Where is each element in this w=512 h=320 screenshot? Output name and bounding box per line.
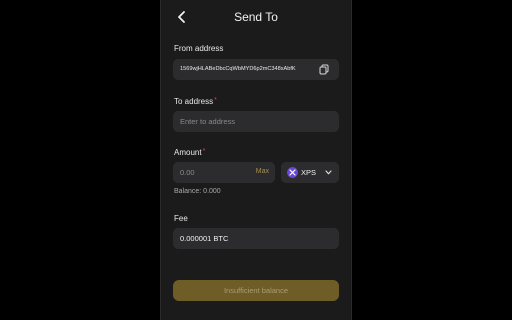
fee-field: 0.000001 BTC xyxy=(173,228,339,249)
to-address-input[interactable]: Enter to address xyxy=(173,111,339,132)
fee-value: 0.000001 BTC xyxy=(180,234,229,243)
balance-text: Balance: 0.000 xyxy=(174,188,221,195)
from-address-field: 1569wjHLABeDbcCqWbMYD6p2mC348xAbfK xyxy=(173,59,339,80)
to-address-label: To address* xyxy=(174,97,217,106)
chevron-down-icon xyxy=(325,170,332,175)
amount-label: Amount* xyxy=(174,148,205,157)
amount-input[interactable]: 0.00 Max xyxy=(173,162,275,183)
to-address-placeholder: Enter to address xyxy=(180,117,236,126)
from-address-value: 1569wjHLABeDbcCqWbMYD6p2mC348xAbfK xyxy=(180,66,296,72)
amount-placeholder: 0.00 xyxy=(180,168,195,177)
from-address-label: From address xyxy=(174,44,224,53)
send-panel: Send To From address 1569wjHLABeDbcCqWbM… xyxy=(160,0,352,320)
header: Send To xyxy=(161,6,351,28)
amount-label-text: Amount xyxy=(174,148,202,157)
xps-token-icon xyxy=(287,167,298,178)
fee-label: Fee xyxy=(174,214,188,223)
max-button[interactable]: Max xyxy=(256,168,269,175)
screen: Send To From address 1569wjHLABeDbcCqWbM… xyxy=(0,0,512,320)
copy-icon[interactable] xyxy=(319,64,329,75)
insufficient-balance-button[interactable]: Insufficient balance xyxy=(173,280,339,301)
token-symbol: XPS xyxy=(301,168,317,177)
required-mark: * xyxy=(214,97,217,104)
page-title: Send To xyxy=(234,10,278,24)
to-address-label-text: To address xyxy=(174,97,214,106)
required-mark: * xyxy=(202,148,206,155)
token-select[interactable]: XPS xyxy=(281,162,339,183)
